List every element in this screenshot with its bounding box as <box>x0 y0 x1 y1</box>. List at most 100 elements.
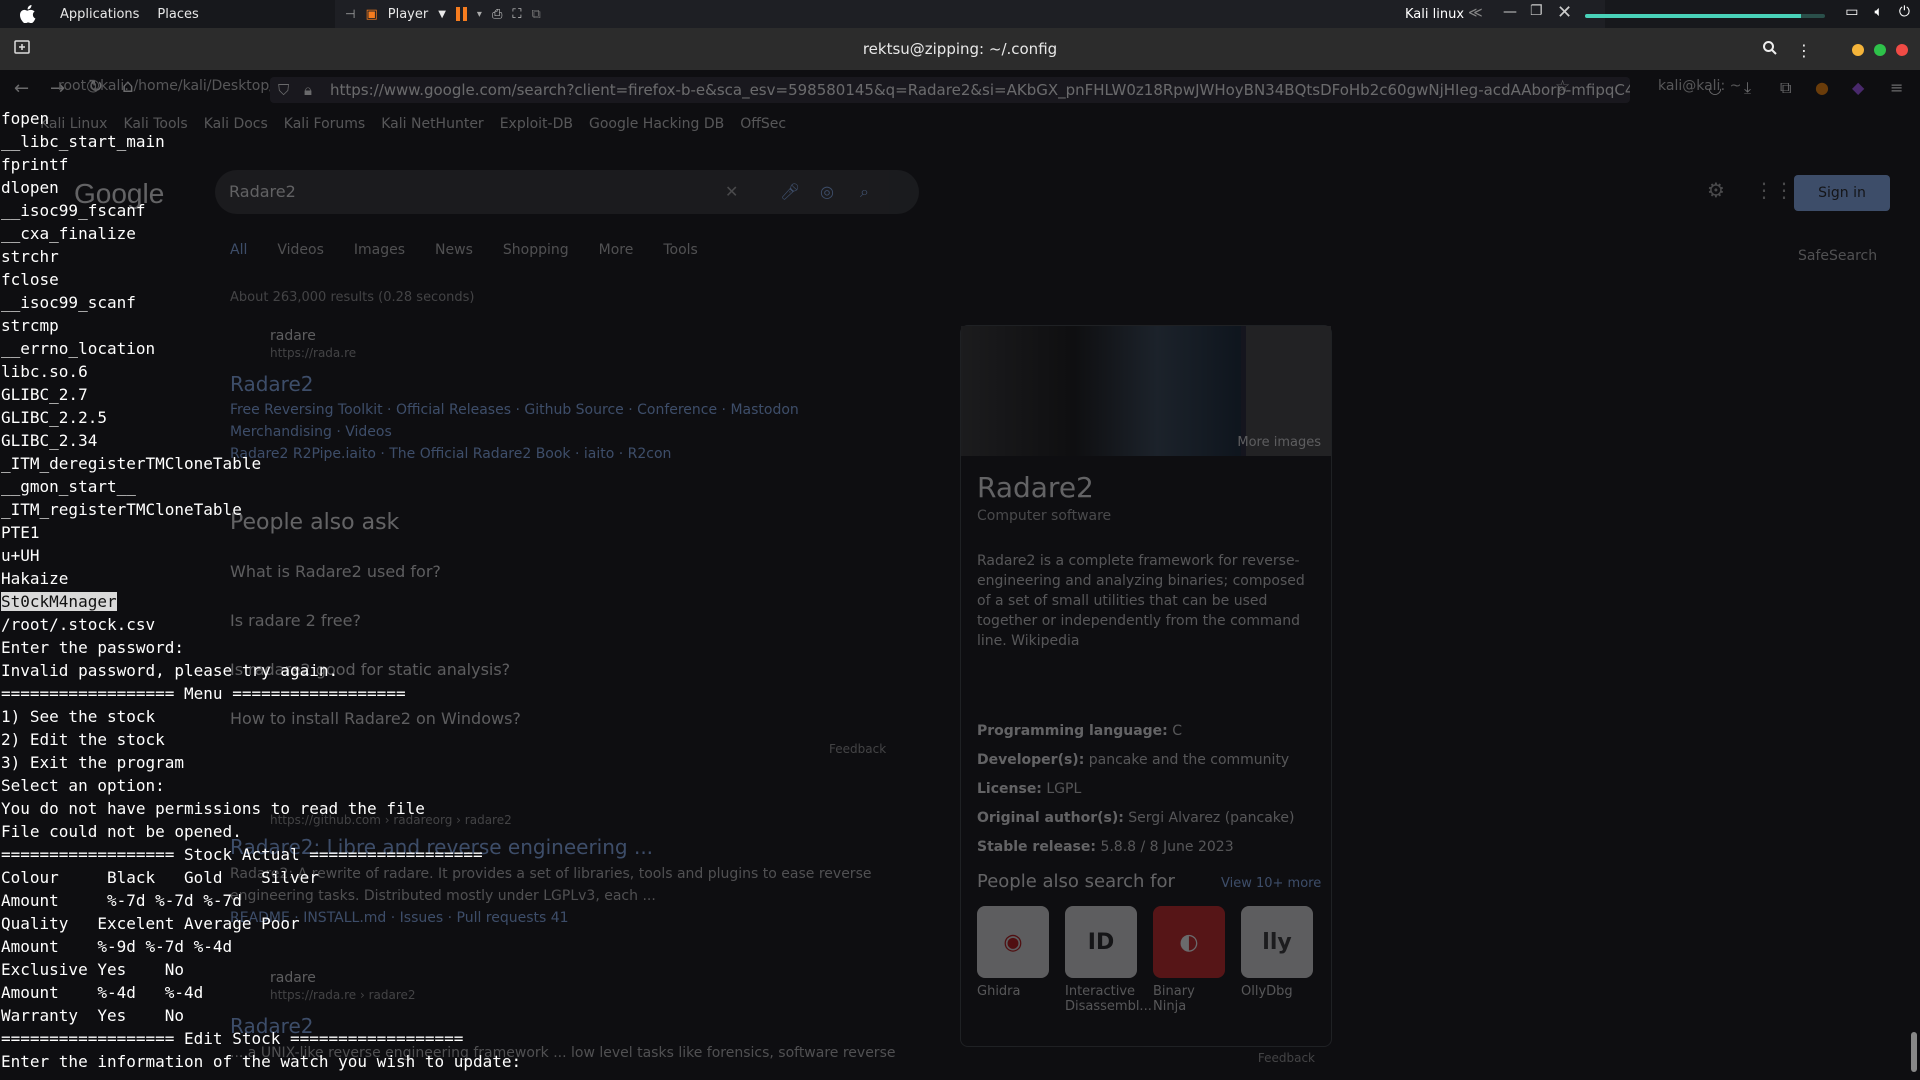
player-menu[interactable]: Player <box>388 7 428 22</box>
terminal-line: Colour Black Gold Silver <box>1 868 319 887</box>
terminal-line: Warranty Yes No <box>1 1006 185 1025</box>
send-keys-icon[interactable]: ⎙ <box>492 7 502 22</box>
terminal-line: __isoc99_scanf <box>1 293 136 312</box>
applications-menu[interactable]: Applications <box>60 7 139 22</box>
unity-icon[interactable]: ⧉ <box>531 7 540 22</box>
collapse-icon[interactable]: ≪ <box>1468 5 1483 21</box>
window-title: rektsu@zipping: ~/.config <box>862 40 1058 58</box>
mic-icon[interactable]: 🎤︎ <box>780 170 800 214</box>
kp-fact: Developer(s): pancake and the community <box>977 752 1290 768</box>
search-icon[interactable]: ⌕ <box>860 170 869 214</box>
terminal-line: 1) See the stock <box>1 707 156 726</box>
people-also-search-heading: People also search for <box>977 871 1175 892</box>
kp-title: Radare2 <box>977 471 1094 504</box>
vm-player-toolbar: ⊣ ▣ Player ▼ ▾ ⎙ ⛶ ⧉ Kali linux ≪ — ❐ ✕ <box>335 0 1605 28</box>
safesearch-label[interactable]: SafeSearch <box>1798 248 1877 264</box>
related-item[interactable]: ◉ Ghidra <box>977 906 1049 1014</box>
kp-feedback-link[interactable]: Feedback <box>1258 1051 1315 1065</box>
minimize-icon[interactable]: — <box>1503 4 1517 20</box>
bookmark-star-icon[interactable]: ☆ <box>1555 77 1570 97</box>
system-tray: ▭ 🔈︎ ⏻ <box>1845 4 1910 20</box>
terminal-line: Amount %-9d %-7d %-4d <box>1 937 233 956</box>
view-more-link[interactable]: View 10+ more <box>1221 876 1321 891</box>
url-bar[interactable]: ⛉ 🔒︎ https://www.google.com/search?clien… <box>270 77 1630 103</box>
selected-text: St0ckM4nager <box>1 592 117 611</box>
settings-gear-icon[interactable]: ⚙ <box>1707 178 1725 202</box>
kp-subtitle: Computer software <box>977 508 1112 524</box>
terminal-line: __gmon_start__ <box>1 477 136 496</box>
pause-icon[interactable] <box>455 7 467 21</box>
terminal-line: strcmp <box>1 316 59 335</box>
fullscreen-icon[interactable]: ⛶ <box>512 7 521 22</box>
terminal-line: Hakaize <box>1 569 69 588</box>
knowledge-panel-images[interactable]: More images <box>961 326 1331 456</box>
menu-icon[interactable]: ≡ <box>1890 78 1903 97</box>
terminal-line: GLIBC_2.2.5 <box>1 408 107 427</box>
power-icon[interactable]: ⏻ <box>1899 4 1910 20</box>
profile-icon[interactable]: ◆ <box>1852 78 1864 97</box>
minimize-button[interactable] <box>1852 44 1864 56</box>
back-icon[interactable]: ← <box>14 78 29 99</box>
terminal-line: fclose <box>1 270 59 289</box>
terminal-line: Exclusive Yes No <box>1 960 185 979</box>
places-menu[interactable]: Places <box>157 7 198 22</box>
terminal-titlebar: rektsu@zipping: ~/.config ⋮ <box>0 28 1920 70</box>
restore-icon[interactable]: ❐ <box>1530 3 1543 19</box>
more-images-link[interactable]: More images <box>1237 435 1321 450</box>
vm-name-label: Kali linux <box>1405 6 1465 22</box>
apps-grid-icon[interactable]: ⋮⋮ <box>1754 178 1794 202</box>
extensions-icon[interactable]: ⧉ <box>1780 78 1791 98</box>
related-item[interactable]: ID Interactive Disassembl... <box>1065 906 1152 1014</box>
terminal-line: ================== Stock Actual ========… <box>1 845 483 864</box>
kp-fact: Stable release: 5.8.8 / 8 June 2023 <box>977 839 1234 855</box>
ollydbg-icon: lly <box>1241 906 1313 978</box>
related-item[interactable]: lly OllyDbg <box>1241 906 1313 1014</box>
tab-1[interactable]: root@kali: /home/kali/Desktop/o... <box>58 78 296 94</box>
addon-icon[interactable]: ● <box>1815 78 1829 97</box>
kebab-menu-icon[interactable]: ⋮ <box>1796 41 1812 60</box>
terminal-line: Enter the information of the watch you w… <box>1 1052 522 1071</box>
terminal-line: Amount %-4d %-4d <box>1 983 204 1002</box>
downloads-icon[interactable]: ⤓ <box>1744 78 1751 98</box>
chevron-down-icon[interactable]: ▼ <box>438 9 446 20</box>
close-icon[interactable]: ✕ <box>1557 2 1572 23</box>
search-icon[interactable] <box>1762 40 1778 60</box>
terminal-line: Quality Excelent Average Poor <box>1 914 300 933</box>
system-top-bar: Applications Places ⊣ ▣ Player ▼ ▾ ⎙ ⛶ ⧉… <box>0 0 1920 28</box>
terminal-output[interactable]: fopen __libc_start_main fprintf dlopen __iso… <box>1 107 761 1073</box>
terminal-line: u+UH <box>1 546 40 565</box>
terminal-line: strchr <box>1 247 59 266</box>
terminal-line: __isoc99_fscanf <box>1 201 146 220</box>
knowledge-panel: More images Radare2 Computer software Ra… <box>960 325 1332 1065</box>
terminal-line: File could not be opened. <box>1 822 242 841</box>
pocket-icon[interactable]: ◡ <box>1708 78 1722 97</box>
terminal-line: fopen <box>1 109 50 128</box>
sign-in-button[interactable]: Sign in <box>1794 175 1890 211</box>
pin-icon[interactable]: ⊣ <box>345 7 355 21</box>
terminal-line: 2) Edit the stock <box>1 730 165 749</box>
player-logo-icon: ▣ <box>365 6 378 22</box>
terminal-line: /root/.stock.csv <box>1 615 156 634</box>
terminal-line: __errno_location <box>1 339 156 358</box>
terminal-scrollbar[interactable] <box>1911 1032 1917 1072</box>
maximize-button[interactable] <box>1874 44 1886 56</box>
user-tab[interactable]: kali@kali: ~ <box>1658 78 1741 94</box>
chevron-down-icon[interactable]: ▾ <box>477 9 482 20</box>
kp-fact: Programming language: C <box>977 723 1182 739</box>
new-tab-icon[interactable] <box>14 39 30 59</box>
terminal-line: _ITM_deregisterTMCloneTable <box>1 454 262 473</box>
ida-icon: ID <box>1065 906 1137 978</box>
browser-nav-row: ← → ↻ ⌂ root@kali: /home/kali/Desktop/o.… <box>0 70 1920 108</box>
display-icon[interactable]: ▭ <box>1845 4 1858 20</box>
terminal-line: libc.so.6 <box>1 362 88 381</box>
terminal-line: Amount %-7d %-7d %-7d <box>1 891 242 910</box>
apple-menu-icon[interactable] <box>14 0 42 28</box>
close-button[interactable] <box>1896 44 1908 56</box>
volume-icon[interactable]: 🔈︎ <box>1875 4 1883 20</box>
related-item[interactable]: ◐ Binary Ninja <box>1153 906 1225 1014</box>
kp-fact: Original author(s): Sergi Alvarez (panca… <box>977 810 1295 826</box>
feedback-link[interactable]: Feedback <box>829 742 886 756</box>
url-text: https://www.google.com/search?client=fir… <box>330 81 1630 99</box>
ghidra-icon: ◉ <box>977 906 1049 978</box>
lens-icon[interactable]: ◎ <box>820 170 834 214</box>
